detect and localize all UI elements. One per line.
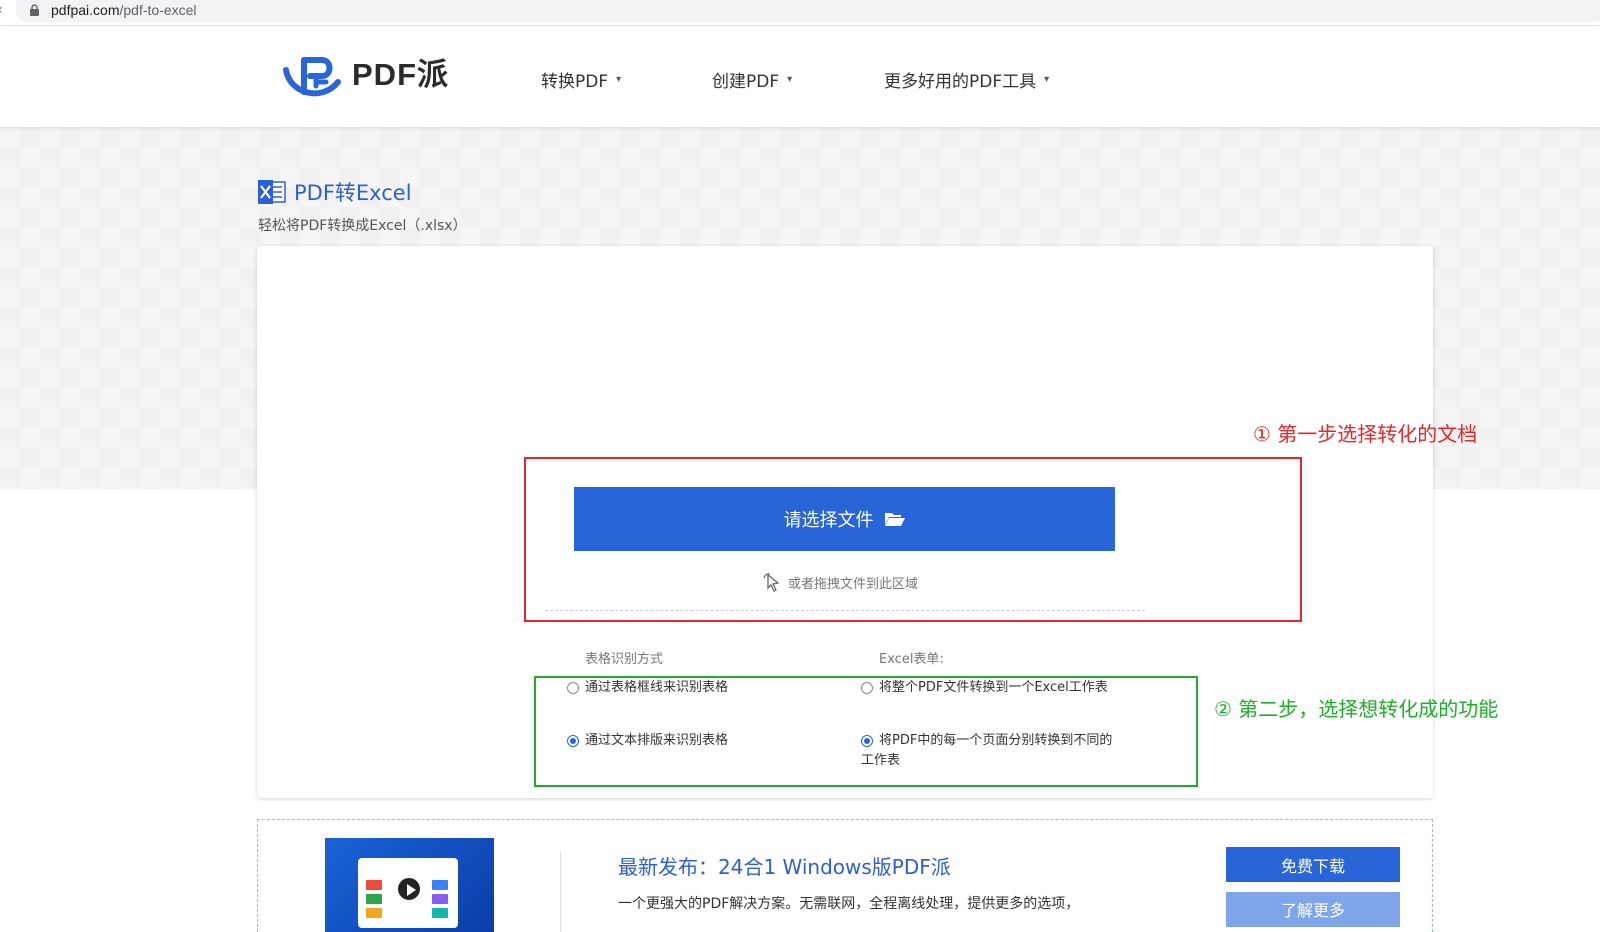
radio-button[interactable] bbox=[567, 682, 579, 694]
drop-zone-divider bbox=[545, 610, 1145, 611]
url-field[interactable] bbox=[16, 0, 1600, 22]
site-header: PDF派 转换PDF ▾ 创建PDF ▾ 更多好用的PDF工具 ▾ bbox=[0, 27, 1600, 127]
drag-pointer-icon bbox=[763, 573, 780, 592]
drag-drop-hint: 或者拖拽文件到此区域 bbox=[762, 572, 918, 592]
chevron-down-icon: ▾ bbox=[1044, 74, 1050, 85]
page-title: PDF转Excel bbox=[258, 177, 412, 207]
radio-button-selected[interactable] bbox=[567, 735, 579, 747]
option-table-by-lines[interactable]: 通过表格框线来识别表格 bbox=[567, 678, 728, 698]
logo-text: PDF派 bbox=[352, 56, 449, 92]
page-subtitle: 轻松将PDF转换成Excel（.xlsx） bbox=[258, 218, 467, 234]
promo-title[interactable]: 最新发布：24合1 Windows版PDF派 bbox=[618, 851, 951, 880]
folder-open-icon bbox=[884, 513, 905, 526]
free-download-button[interactable]: 免费下载 bbox=[1226, 847, 1400, 882]
learn-more-button[interactable]: 了解更多 bbox=[1226, 892, 1400, 927]
nav-create-pdf[interactable]: 创建PDF ▾ bbox=[712, 67, 792, 92]
play-icon[interactable] bbox=[396, 876, 422, 902]
option-label: 将整个PDF文件转换到一个Excel工作表 bbox=[879, 680, 1108, 695]
step1-annotation: ① 第一步选择转化的文档 bbox=[1253, 422, 1478, 446]
nav-convert-pdf[interactable]: 转换PDF ▾ bbox=[541, 67, 621, 92]
option-single-sheet[interactable]: 将整个PDF文件转换到一个Excel工作表 bbox=[861, 678, 1108, 698]
nav-more-tools[interactable]: 更多好用的PDF工具 ▾ bbox=[884, 67, 1049, 92]
site-logo[interactable]: PDF派 bbox=[282, 49, 449, 105]
browser-address-bar: ‹ pdfpai.com/pdf-to-excel bbox=[0, 0, 1600, 26]
page-title-text: PDF转Excel bbox=[294, 181, 412, 205]
option-sheet-per-page[interactable]: 将PDF中的每一个页面分别转换到不同的工作表 bbox=[861, 731, 1121, 771]
option-table-by-text-layout[interactable]: 通过文本排版来识别表格 bbox=[567, 731, 728, 751]
option-label: 通过文本排版来识别表格 bbox=[585, 733, 729, 748]
promo-divider bbox=[560, 852, 561, 932]
select-file-label: 请选择文件 bbox=[783, 510, 874, 531]
chevron-down-icon: ▾ bbox=[616, 74, 622, 85]
lock-icon bbox=[30, 4, 39, 16]
radio-button-selected[interactable] bbox=[861, 735, 873, 747]
select-file-button[interactable]: 请选择文件 bbox=[574, 487, 1115, 551]
nav-label: 更多好用的PDF工具 bbox=[884, 72, 1037, 92]
chevron-down-icon: ▾ bbox=[787, 74, 793, 85]
radio-button[interactable] bbox=[861, 682, 873, 694]
option-label: 将PDF中的每一个页面分别转换到不同的工作表 bbox=[861, 733, 1113, 768]
option-label: 通过表格框线来识别表格 bbox=[585, 680, 729, 695]
drag-hint-text: 或者拖拽文件到此区域 bbox=[788, 576, 919, 592]
url-text[interactable]: pdfpai.com/pdf-to-excel bbox=[51, 2, 197, 18]
pdfpai-logo-icon bbox=[283, 57, 341, 97]
excel-icon bbox=[258, 180, 286, 204]
nav-label: 创建PDF bbox=[712, 72, 780, 92]
sheet-mode-label: Excel表单: bbox=[879, 652, 944, 667]
promo-description: 一个更强大的PDF解决方案。无需联网，全程离线处理，提供更多的选项， bbox=[618, 896, 1080, 912]
back-chevron-icon[interactable]: ‹ bbox=[0, 2, 3, 18]
step2-annotation: ② 第二步，选择想转化成的功能 bbox=[1214, 697, 1499, 721]
table-mode-label: 表格识别方式 bbox=[585, 652, 664, 667]
promo-screenshot[interactable] bbox=[325, 838, 494, 932]
nav-label: 转换PDF bbox=[541, 72, 609, 92]
